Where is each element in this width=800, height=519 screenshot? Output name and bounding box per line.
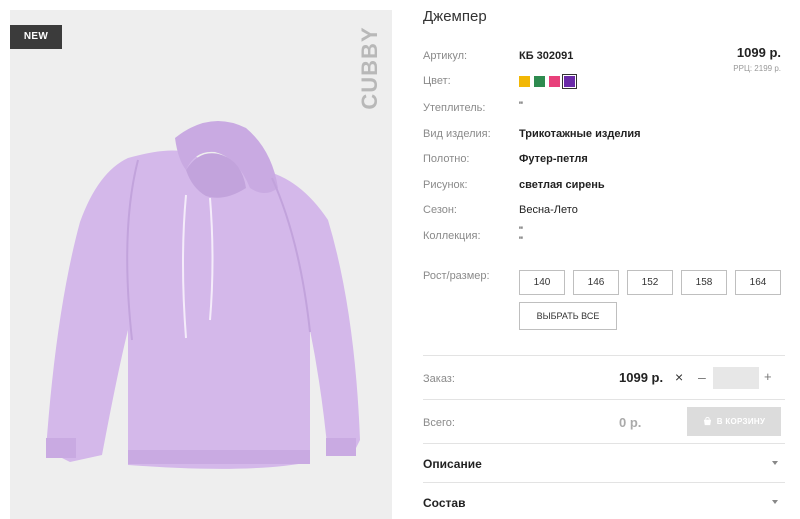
size-option-164[interactable]: 164 xyxy=(735,270,781,295)
select-all-button[interactable]: ВЫБРАТЬ ВСЕ xyxy=(519,302,617,330)
order-price: 1099 р. xyxy=(619,370,664,385)
remove-icon[interactable]: × xyxy=(675,369,683,385)
divider xyxy=(423,399,785,400)
size-option-158[interactable]: 158 xyxy=(681,270,727,295)
decrease-quantity-button[interactable]: – xyxy=(698,369,706,385)
collection-label: Коллекция: xyxy=(423,230,481,242)
product-title: Джемпер xyxy=(423,8,487,25)
fabric-label: Полотно: xyxy=(423,153,470,165)
product-type-label: Вид изделия: xyxy=(423,128,491,140)
collection-value: " " xyxy=(519,225,523,247)
size-options: 140 146 152 158 164 xyxy=(519,270,781,295)
color-swatch-green[interactable] xyxy=(534,76,545,87)
brand-logo: CUBBY xyxy=(357,26,382,110)
product-type-value: Трикотажные изделия xyxy=(519,128,641,140)
color-swatch-purple[interactable] xyxy=(562,74,577,89)
add-to-cart-label: В КОРЗИНУ xyxy=(716,417,766,426)
chevron-down-icon[interactable] xyxy=(772,500,778,504)
recommended-price: РРЦ: 2199 р. xyxy=(733,64,781,73)
color-swatch-pink[interactable] xyxy=(549,76,560,87)
increase-quantity-button[interactable]: + xyxy=(764,369,772,384)
basket-icon xyxy=(703,417,711,426)
product-price: 1099 р. xyxy=(736,45,781,60)
product-info: Джемпер 1099 р. РРЦ: 2199 р. Артикул: КБ… xyxy=(423,0,795,519)
article-label: Артикул: xyxy=(423,50,468,62)
color-swatches xyxy=(519,74,577,89)
size-option-140[interactable]: 140 xyxy=(519,270,565,295)
hoodie-illustration xyxy=(46,120,360,469)
total-value: 0 р. xyxy=(619,415,642,430)
product-image[interactable]: NEW CUBBY xyxy=(10,10,392,519)
size-label: Рост/размер: xyxy=(423,270,490,282)
quantity-input[interactable] xyxy=(713,367,759,389)
add-to-cart-button[interactable]: В КОРЗИНУ xyxy=(687,407,781,436)
season-label: Сезон: xyxy=(423,204,457,216)
article-value: КБ 302091 xyxy=(519,50,574,62)
chevron-down-icon[interactable] xyxy=(772,461,778,465)
divider xyxy=(423,355,785,356)
size-option-152[interactable]: 152 xyxy=(627,270,673,295)
order-label: Заказ: xyxy=(423,373,455,385)
brand-logo-text: CUBBY xyxy=(357,26,382,110)
divider xyxy=(423,482,785,483)
color-label: Цвет: xyxy=(423,75,451,87)
fabric-value: Футер-петля xyxy=(519,153,588,165)
color-swatch-yellow[interactable] xyxy=(519,76,530,87)
insulation-label: Утеплитель: xyxy=(423,102,486,114)
divider xyxy=(423,443,785,444)
accordion-composition[interactable]: Состав xyxy=(423,496,465,510)
size-option-146[interactable]: 146 xyxy=(573,270,619,295)
total-label: Всего: xyxy=(423,417,455,429)
new-badge: NEW xyxy=(10,25,62,49)
season-value: Весна-Лето xyxy=(519,204,578,216)
pattern-value: светлая сирень xyxy=(519,179,605,191)
accordion-description[interactable]: Описание xyxy=(423,457,482,471)
pattern-label: Рисунок: xyxy=(423,179,468,191)
insulation-value: " xyxy=(519,100,523,112)
